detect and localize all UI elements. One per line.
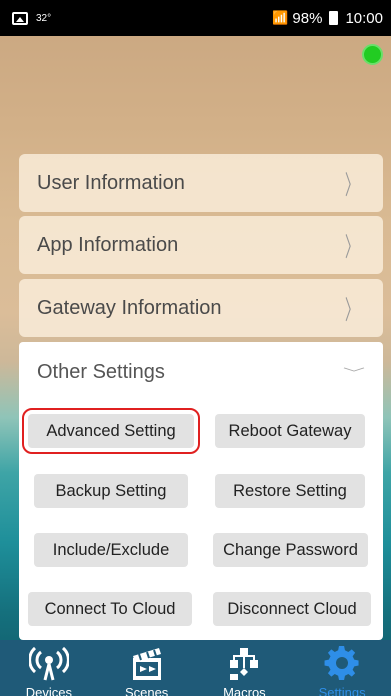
macros-icon [222,644,266,684]
devices-icon [27,644,71,684]
wifi-signal-icon: 📶 [272,10,289,25]
app-information-label: App Information [37,233,179,256]
battery-icon [329,11,339,25]
temperature-text: 32° [36,12,52,24]
tab-settings[interactable]: Settings [294,640,391,696]
connect-to-cloud-button[interactable]: Connect To Cloud [28,592,192,626]
app-information-row[interactable]: App Information 〉 [19,216,383,274]
clapperboard-icon [125,644,169,684]
status-bar: 32° 📶 98% 10:00 [0,0,391,36]
other-settings-header[interactable]: Other Settings ﹀ [19,342,383,402]
user-information-row[interactable]: User Information 〉 [19,154,383,212]
chevron-right-icon: 〉 [344,294,360,325]
gear-icon [320,644,364,684]
tab-macros-label: Macros [223,685,266,696]
advanced-setting-button[interactable]: Advanced Setting [22,408,200,454]
tab-devices-label: Devices [25,685,72,696]
tab-scenes[interactable]: Scenes [98,640,195,696]
gateway-information-label: Gateway Information [37,296,222,319]
tab-macros[interactable]: Macros [196,640,293,696]
restore-setting-button[interactable]: Restore Setting [215,474,365,508]
status-left: 32° [12,11,52,25]
disconnect-cloud-button[interactable]: Disconnect Cloud [213,592,371,626]
user-information-label: User Information [37,171,185,194]
tab-settings-label: Settings [318,685,366,696]
online-status-indicator [362,44,383,65]
tab-scenes-label: Scenes [124,685,169,696]
change-password-button[interactable]: Change Password [213,533,368,567]
other-settings-panel: Other Settings ﹀ Advanced Setting Reboot… [19,342,383,640]
clock: 10:00 [345,9,383,27]
bottom-tab-bar: Devices Scenes Macros Settings [0,640,391,696]
tab-devices[interactable]: Devices [0,640,97,696]
chevron-right-icon: 〉 [344,231,360,262]
image-icon [12,11,28,25]
reboot-gateway-button[interactable]: Reboot Gateway [215,414,365,448]
chevron-right-icon: 〉 [344,169,360,200]
status-right: 📶 98% 10:00 [272,10,383,27]
battery-percent: 98% [292,9,323,27]
include-exclude-button[interactable]: Include/Exclude [34,533,188,567]
backup-setting-button[interactable]: Backup Setting [34,474,188,508]
chevron-down-icon[interactable]: ﹀ [343,364,365,380]
other-settings-title: Other Settings [37,360,165,383]
gateway-information-row[interactable]: Gateway Information 〉 [19,279,383,337]
